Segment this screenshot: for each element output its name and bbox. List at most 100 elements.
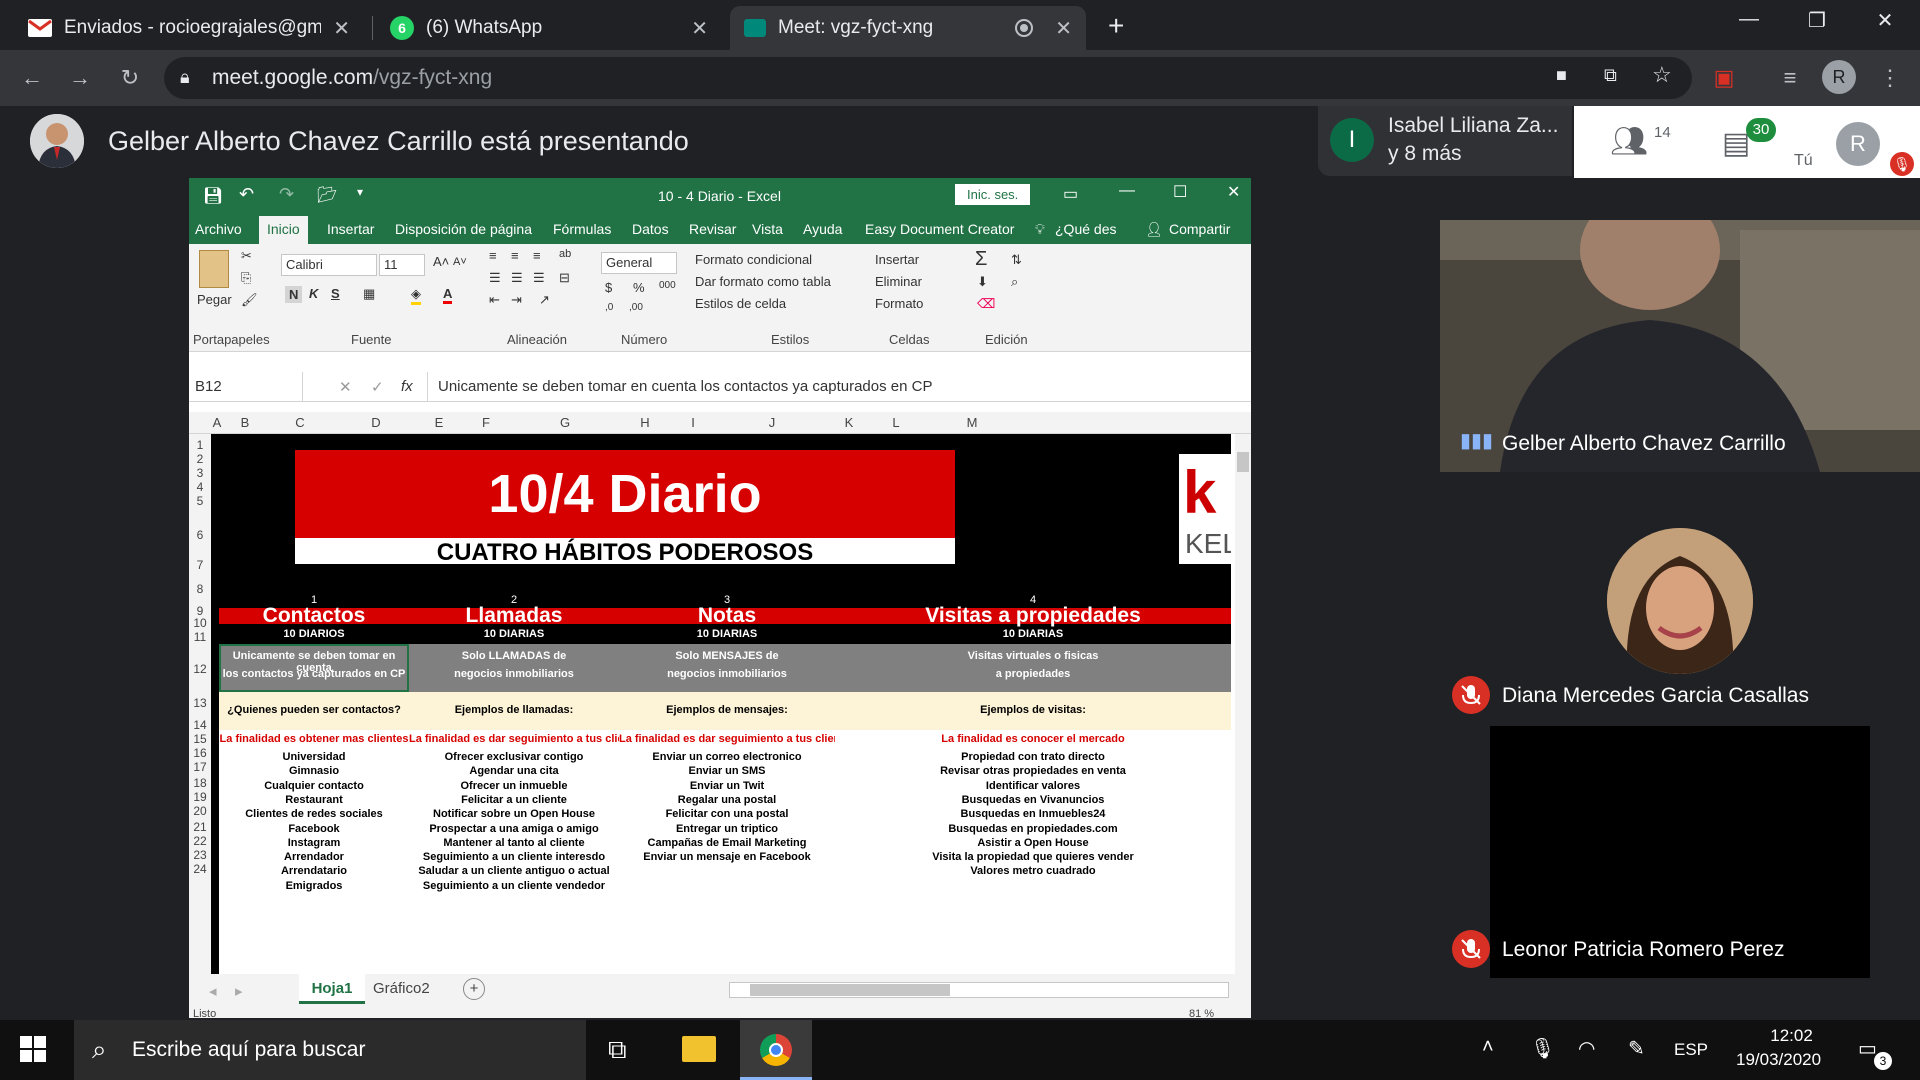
- prev-sheet-icon[interactable]: ◂: [209, 982, 217, 1000]
- close-icon[interactable]: ✕: [691, 16, 708, 41]
- indent-decrease-icon[interactable]: ⇤: [489, 292, 500, 308]
- align-middle-icon[interactable]: ≡: [511, 248, 519, 263]
- close-icon[interactable]: ✕: [1055, 16, 1072, 41]
- show-hidden-icons[interactable]: ˄: [1482, 1036, 1494, 1059]
- minimize-button[interactable]: —: [1724, 8, 1774, 38]
- row-header[interactable]: 17: [189, 760, 211, 774]
- autosum-icon[interactable]: Σ: [975, 248, 987, 271]
- add-sheet-button[interactable]: +: [463, 978, 485, 1000]
- excel-maximize-button[interactable]: ☐: [1173, 182, 1187, 202]
- row-header[interactable]: 3: [189, 466, 211, 480]
- grow-font-icon[interactable]: A˄: [433, 254, 449, 269]
- column-header[interactable]: D: [333, 415, 419, 430]
- horizontal-scrollbar[interactable]: [729, 982, 1229, 998]
- signin-button[interactable]: Inic. ses.: [955, 184, 1031, 205]
- row-header[interactable]: 23: [189, 848, 211, 862]
- shrink-font-icon[interactable]: A˅: [453, 256, 467, 268]
- undo-icon[interactable]: ↶: [239, 184, 254, 205]
- row-header[interactable]: 10: [189, 616, 211, 630]
- decrease-decimal-icon[interactable]: ,00: [629, 302, 643, 313]
- tab-ayuda[interactable]: Ayuda: [803, 221, 842, 237]
- row-header[interactable]: 11: [189, 630, 211, 644]
- insert-cells-button[interactable]: Insertar: [875, 252, 919, 267]
- column-header[interactable]: B: [223, 415, 267, 430]
- align-center-icon[interactable]: ☰: [511, 270, 523, 286]
- tab-formulas[interactable]: Fórmulas: [553, 221, 611, 237]
- borders-icon[interactable]: ▦: [363, 286, 375, 302]
- cut-icon[interactable]: ✂: [241, 248, 252, 264]
- percent-icon[interactable]: %: [633, 280, 645, 295]
- excel-close-button[interactable]: ✕: [1227, 182, 1240, 202]
- people-icon[interactable]: 👥︎: [1610, 124, 1648, 159]
- confirm-formula-icon[interactable]: ✓: [371, 378, 384, 396]
- column-header[interactable]: I: [673, 415, 713, 430]
- italic-icon[interactable]: K: [309, 286, 318, 301]
- self-avatar[interactable]: R: [1836, 122, 1880, 166]
- menu-icon[interactable]: ⋮: [1874, 62, 1906, 94]
- fill-icon[interactable]: ⬇: [977, 274, 988, 290]
- open-icon[interactable]: 📂︎: [317, 185, 337, 205]
- font-color-icon[interactable]: A: [443, 286, 453, 304]
- format-cells-button[interactable]: Formato: [875, 296, 923, 311]
- tab-datos[interactable]: Datos: [632, 221, 669, 237]
- close-icon[interactable]: ✕: [333, 16, 350, 41]
- sheet-tab-hoja1[interactable]: Hoja1: [299, 974, 365, 1004]
- row-header[interactable]: 22: [189, 834, 211, 848]
- align-left-icon[interactable]: ☰: [489, 270, 501, 286]
- column-header[interactable]: F: [459, 415, 513, 430]
- media-control-icon[interactable]: ≡: [1774, 62, 1806, 94]
- align-top-icon[interactable]: ≡: [489, 248, 497, 263]
- copy-icon[interactable]: ⎘: [241, 270, 251, 286]
- row-header[interactable]: 12: [189, 662, 211, 676]
- align-bottom-icon[interactable]: ≡: [533, 248, 541, 263]
- participant-video-tile[interactable]: ▮▮▮ Gelber Alberto Chavez Carrillo: [1440, 220, 1920, 472]
- share-button[interactable]: Compartir: [1169, 221, 1230, 237]
- tab-insertar[interactable]: Insertar: [327, 221, 374, 237]
- cell-styles-button[interactable]: Estilos de celda: [695, 296, 786, 311]
- font-name-select[interactable]: Calibri: [281, 254, 377, 276]
- customize-icon[interactable]: ▾: [357, 185, 363, 199]
- profile-avatar[interactable]: R: [1822, 60, 1856, 94]
- tab-archivo[interactable]: Archivo: [195, 221, 242, 237]
- align-right-icon[interactable]: ☰: [533, 270, 545, 286]
- column-header[interactable]: E: [419, 415, 459, 430]
- bookmark-star-icon[interactable]: ☆: [1652, 62, 1672, 88]
- row-header[interactable]: 21: [189, 820, 211, 834]
- row-header[interactable]: 13: [189, 696, 211, 710]
- row-header[interactable]: 5: [189, 494, 211, 508]
- conditional-format-button[interactable]: Formato condicional: [695, 252, 812, 267]
- format-table-button[interactable]: Dar formato como tabla: [695, 274, 831, 289]
- merge-icon[interactable]: ⊟: [559, 270, 570, 286]
- file-explorer-icon[interactable]: [682, 1036, 716, 1062]
- new-tab-button[interactable]: +: [1108, 10, 1124, 42]
- sheet-tab-grafico2[interactable]: Gráfico2: [373, 980, 430, 997]
- vertical-scrollbar[interactable]: [1235, 434, 1251, 974]
- column-header[interactable]: G: [513, 415, 617, 430]
- currency-icon[interactable]: $: [605, 280, 612, 295]
- microphone-tray-icon[interactable]: 🎙︎: [1530, 1036, 1555, 1061]
- tab-disposicion[interactable]: Disposición de página: [395, 221, 532, 237]
- wrap-text-icon[interactable]: ab: [559, 248, 571, 260]
- reload-icon[interactable]: ↻: [114, 62, 146, 94]
- column-header[interactable]: L: [867, 415, 925, 430]
- font-size-select[interactable]: 11: [379, 254, 425, 276]
- row-header[interactable]: 24: [189, 862, 211, 876]
- row-header[interactable]: 4: [189, 480, 211, 494]
- find-icon[interactable]: ⌕: [1011, 274, 1018, 290]
- row-header[interactable]: 19: [189, 790, 211, 804]
- increase-decimal-icon[interactable]: ,0: [605, 302, 613, 313]
- address-bar[interactable]: 🔒︎ meet.google.com/vgz-fyct-xng ■ ⧉ ☆: [164, 57, 1692, 99]
- name-box[interactable]: B12: [189, 372, 303, 402]
- fill-color-icon[interactable]: ◈: [411, 286, 421, 305]
- indent-increase-icon[interactable]: ⇥: [511, 292, 522, 308]
- clock[interactable]: 12:02 19/03/2020: [1736, 1026, 1821, 1070]
- redo-icon[interactable]: ↷: [279, 184, 294, 205]
- comma-icon[interactable]: 000: [659, 280, 676, 291]
- tell-me-search[interactable]: ¿Qué des: [1055, 221, 1116, 237]
- tab-easy-document[interactable]: Easy Document Creator: [865, 221, 1014, 237]
- tab-revisar[interactable]: Revisar: [689, 221, 736, 237]
- extension-icon[interactable]: ▣: [1708, 62, 1740, 94]
- tab-whatsapp[interactable]: 6 (6) WhatsApp ✕: [376, 6, 722, 50]
- format-painter-icon[interactable]: 🖌︎: [241, 292, 258, 308]
- column-header[interactable]: M: [925, 415, 1019, 430]
